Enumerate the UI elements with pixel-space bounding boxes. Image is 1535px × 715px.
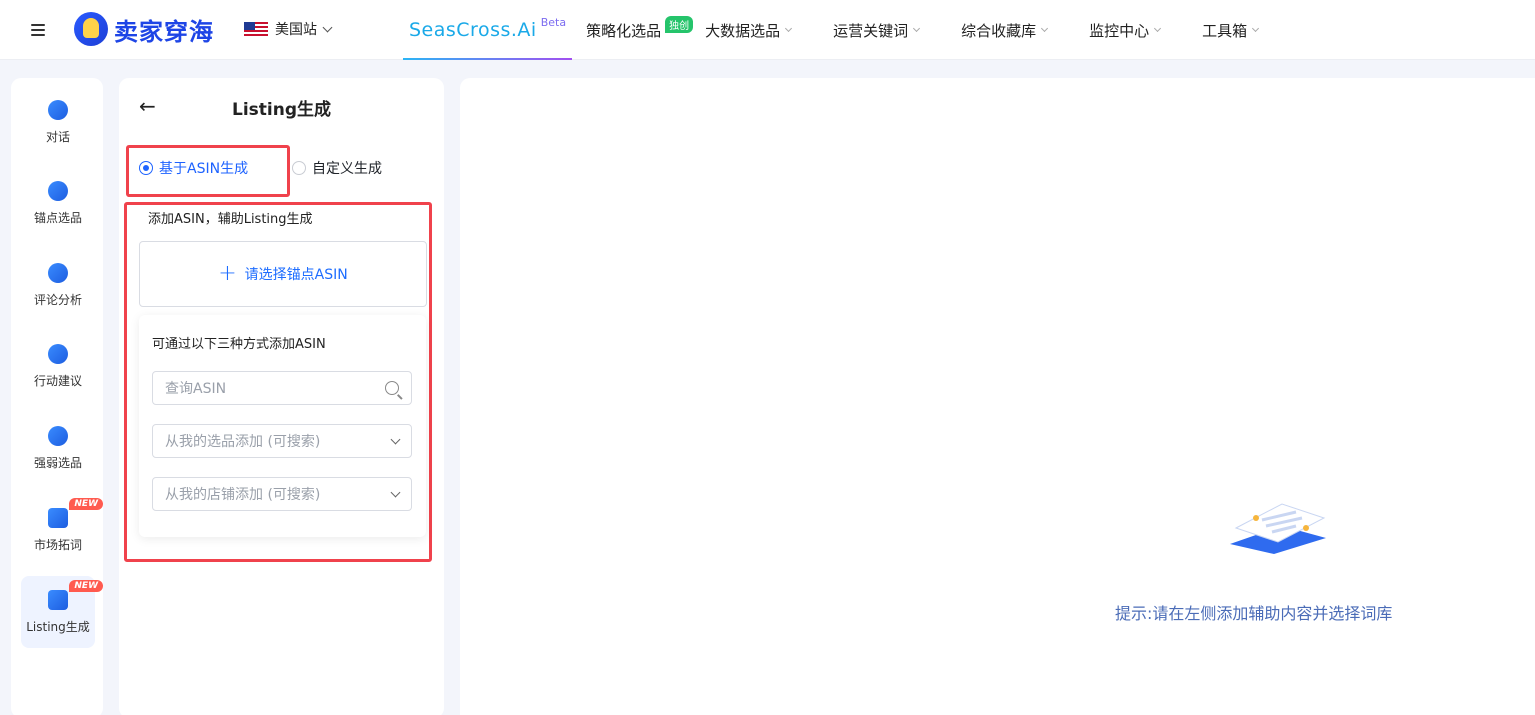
rail-item-label: 市场拓词 bbox=[33, 537, 82, 552]
rail-item-label: 评论分析 bbox=[33, 292, 82, 307]
cube-icon bbox=[48, 180, 68, 201]
new-badge: NEW bbox=[69, 498, 103, 510]
radio-custom-mode[interactable]: 自定义生成 bbox=[292, 158, 382, 178]
chevron-down-icon bbox=[785, 24, 793, 32]
radio-unselected-icon bbox=[292, 161, 306, 175]
rail-item-chat[interactable]: 对话 bbox=[21, 86, 95, 158]
button-label: 请选择锚点ASIN bbox=[244, 267, 348, 283]
brand-logo[interactable]: 卖家穿海 bbox=[74, 11, 214, 47]
chevron-down-icon bbox=[1041, 24, 1049, 32]
chat-bot-icon bbox=[48, 99, 68, 120]
rail-item-label: 强弱选品 bbox=[33, 455, 82, 470]
empty-hint-text: 提示:请在左侧添加辅助内容并选择词库 bbox=[1115, 604, 1393, 623]
compass-icon bbox=[48, 343, 68, 364]
rail-item-label: 锚点选品 bbox=[33, 210, 82, 225]
methods-title: 可通过以下三种方式添加ASIN bbox=[152, 337, 326, 352]
nav-item-monitor[interactable]: 监控中心 bbox=[1089, 20, 1162, 41]
user-icon bbox=[48, 425, 68, 446]
rail-item-market[interactable]: NEW 市场拓词 bbox=[21, 494, 103, 566]
nav-item-favorites[interactable]: 综合收藏库 bbox=[961, 20, 1049, 41]
new-badge: NEW bbox=[69, 580, 103, 592]
radio-label: 基于ASIN生成 bbox=[159, 161, 249, 177]
select-placeholder: 从我的店铺添加 (可搜索) bbox=[165, 487, 321, 503]
select-placeholder: 从我的选品添加 (可搜索) bbox=[165, 434, 321, 450]
empty-document-icon bbox=[1230, 503, 1326, 554]
asin-search-input[interactable]: 查询ASIN bbox=[152, 371, 412, 405]
select-anchor-asin-button[interactable]: + 请选择锚点ASIN bbox=[139, 241, 427, 307]
top-navbar: 卖家穿海 美国站 SeasCross.Ai Beta 策略化选品 独创 大数据选… bbox=[0, 0, 1535, 60]
main-nav: SeasCross.Ai Beta 策略化选品 独创 大数据选品 运营关键词 综… bbox=[403, 0, 1300, 60]
input-placeholder: 查询ASIN bbox=[165, 381, 227, 397]
rail-item-label: 行动建议 bbox=[33, 373, 82, 388]
chevron-down-icon bbox=[322, 22, 333, 32]
rail-item-strength[interactable]: 强弱选品 bbox=[21, 412, 95, 484]
rail-item-action[interactable]: 行动建议 bbox=[21, 330, 95, 402]
nav-seascross-ai[interactable]: SeasCross.Ai Beta bbox=[403, 0, 573, 60]
nav-item-toolbox[interactable]: 工具箱 bbox=[1202, 20, 1260, 41]
listing-icon bbox=[48, 589, 68, 610]
word-icon bbox=[48, 507, 68, 528]
radio-label: 自定义生成 bbox=[312, 161, 382, 177]
my-selection-select[interactable]: 从我的选品添加 (可搜索) bbox=[152, 424, 412, 458]
chevron-down-icon bbox=[390, 487, 401, 497]
radio-selected-icon bbox=[139, 161, 153, 175]
nav-brand-label: SeasCross.Ai bbox=[409, 19, 537, 41]
us-flag-icon bbox=[244, 21, 268, 37]
nav-item-label: 综合收藏库 bbox=[961, 21, 1037, 40]
search-icon bbox=[385, 381, 399, 395]
nav-item-strategy[interactable]: 策略化选品 独创 bbox=[586, 15, 694, 41]
nav-item-label: 策略化选品 bbox=[586, 21, 662, 40]
nav-item-keywords[interactable]: 运营关键词 bbox=[833, 20, 921, 41]
nav-item-bigdata[interactable]: 大数据选品 bbox=[705, 20, 793, 41]
chevron-down-icon bbox=[390, 434, 401, 444]
nav-item-label: 工具箱 bbox=[1202, 21, 1248, 40]
rail-item-review[interactable]: 评论分析 bbox=[21, 249, 95, 321]
site-selector[interactable]: 美国站 bbox=[244, 19, 333, 39]
exclusive-badge: 独创 bbox=[665, 15, 694, 33]
pie-chart-icon bbox=[48, 262, 68, 283]
chevron-down-icon bbox=[1154, 24, 1162, 32]
beta-badge: Beta bbox=[540, 15, 567, 29]
plus-icon: + bbox=[218, 261, 237, 286]
result-area: 提示:请在左侧添加辅助内容并选择词库 bbox=[460, 78, 1535, 715]
panel-title: Listing生成 bbox=[231, 100, 331, 120]
feature-rail: 对话 锚点选品 评论分析 行动建议 强弱选品 NEW 市场拓词 NEW List… bbox=[11, 78, 103, 715]
add-asin-methods-card: 可通过以下三种方式添加ASIN 查询ASIN 从我的选品添加 (可搜索) 从我的… bbox=[139, 315, 426, 537]
site-label: 美国站 bbox=[275, 22, 317, 38]
rail-item-label: Listing生成 bbox=[26, 619, 90, 634]
radio-asin-mode[interactable]: 基于ASIN生成 bbox=[139, 158, 248, 178]
nav-item-label: 监控中心 bbox=[1089, 21, 1150, 40]
hamburger-menu-icon[interactable] bbox=[28, 19, 50, 41]
my-store-select[interactable]: 从我的店铺添加 (可搜索) bbox=[152, 477, 412, 511]
rail-item-label: 对话 bbox=[45, 129, 70, 144]
chevron-down-icon bbox=[1252, 24, 1260, 32]
nav-item-label: 大数据选品 bbox=[705, 21, 781, 40]
chevron-down-icon bbox=[913, 24, 921, 32]
section-label: 添加ASIN，辅助Listing生成 bbox=[148, 212, 313, 227]
rail-item-listing[interactable]: NEW Listing生成 bbox=[21, 576, 103, 648]
rail-item-anchor[interactable]: 锚点选品 bbox=[21, 167, 95, 239]
nav-item-label: 运营关键词 bbox=[833, 21, 909, 40]
listing-config-panel: ← Listing生成 基于ASIN生成 自定义生成 添加ASIN，辅助List… bbox=[119, 78, 444, 715]
logo-text: 卖家穿海 bbox=[114, 17, 214, 46]
logo-mascot-icon bbox=[74, 12, 108, 46]
